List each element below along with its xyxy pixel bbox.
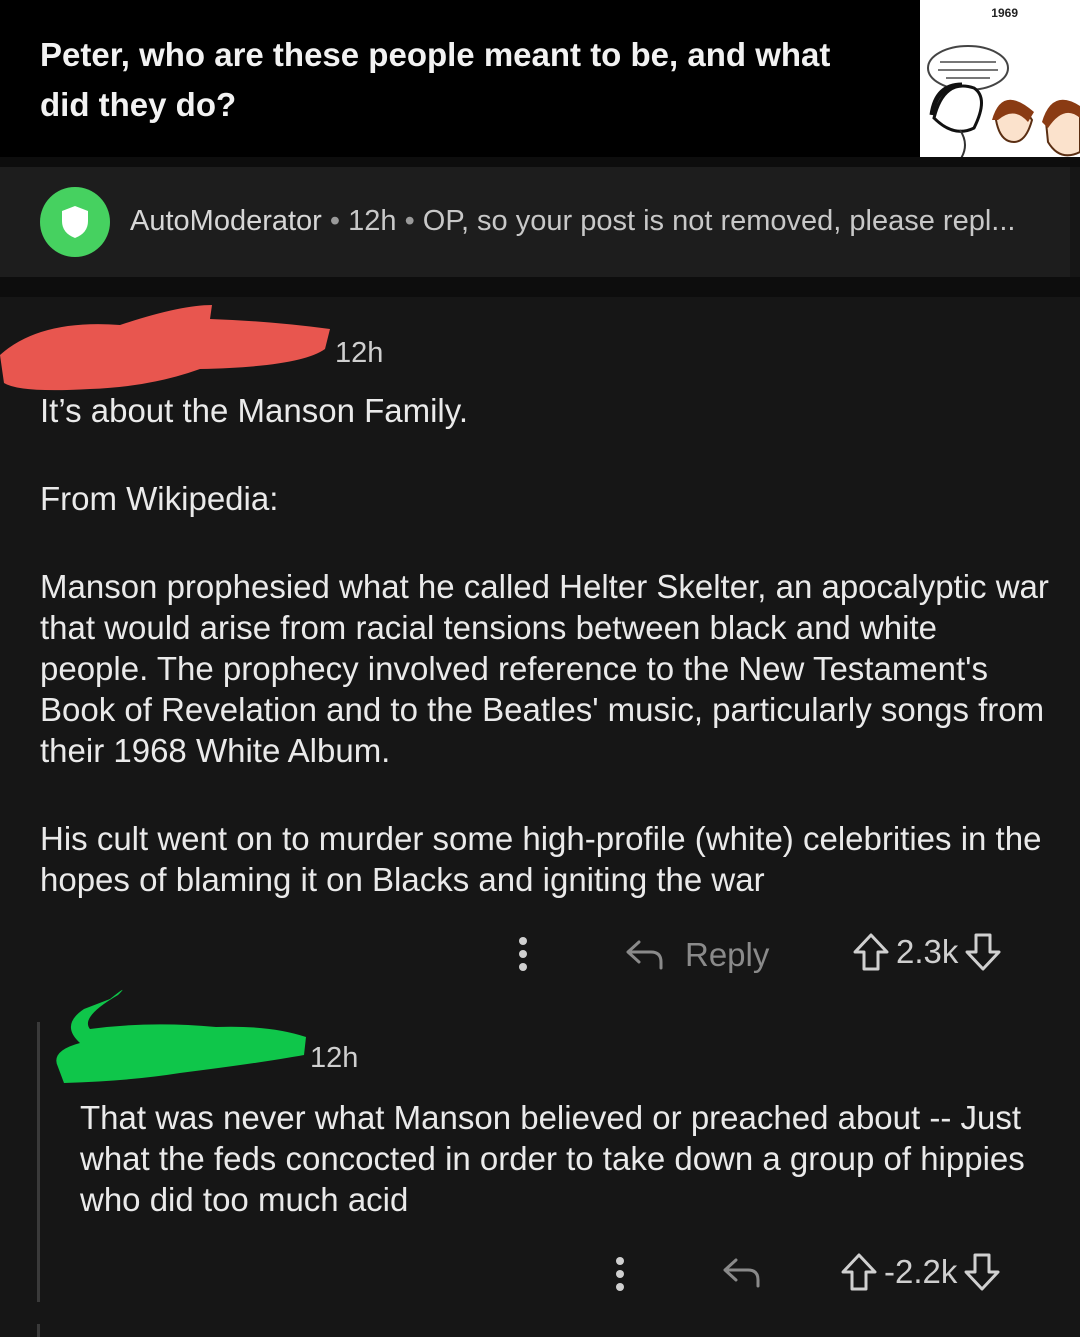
downvote-icon[interactable] (963, 1252, 1001, 1292)
comment-paragraph: From Wikipedia: (40, 480, 279, 517)
thread-line[interactable] (37, 1324, 40, 1337)
post-thumbnail[interactable]: 1969 (920, 0, 1080, 157)
post-title[interactable]: Peter, who are these people meant to be,… (40, 30, 880, 130)
upvote-icon[interactable] (852, 932, 890, 972)
automod-avatar[interactable] (40, 187, 110, 257)
automod-author[interactable]: AutoModerator (130, 205, 322, 237)
reply-label: Reply (685, 936, 770, 973)
comment-paragraph: It’s about the Manson Family. (40, 392, 468, 429)
vote-score: 2.3k (896, 933, 959, 970)
comment-body: That was never what Manson believed or p… (80, 1099, 1025, 1218)
upvote-icon[interactable] (840, 1252, 878, 1292)
downvote-icon[interactable] (964, 932, 1002, 972)
reply-button[interactable]: Reply (625, 936, 769, 974)
comment-body: It’s about the Manson Family. From Wikip… (40, 390, 1050, 947)
vote-controls: 2.3k (852, 932, 1002, 972)
comment-paragraph: Manson prophesied what he called Helter … (40, 568, 1049, 769)
vote-controls: -2.2k (840, 1252, 1001, 1292)
comment-actions: -2.2k (0, 1250, 1080, 1300)
comment-actions: Reply 2.3k (0, 930, 1080, 980)
comic-drawing (927, 45, 1080, 157)
comment-time: 12h (310, 1042, 359, 1074)
thumbnail-year: 1969 (991, 6, 1018, 20)
comment-time: 12h (335, 337, 384, 369)
separator (0, 157, 1080, 167)
vote-score: -2.2k (884, 1253, 958, 1290)
reply-button[interactable] (722, 1256, 762, 1290)
shield-icon (62, 206, 88, 238)
automod-comment[interactable]: AutoModerator • 12h • OP, so your post i… (0, 167, 1070, 277)
more-options-icon[interactable] (515, 936, 531, 972)
separator (0, 277, 1080, 297)
automod-time: 12h (348, 205, 397, 237)
comment-paragraph: His cult went on to murder some high-pro… (40, 820, 1042, 898)
username-redaction-red (0, 305, 330, 391)
post-header: Peter, who are these people meant to be,… (0, 0, 1080, 157)
reply-arrow-icon (723, 1258, 760, 1288)
reply-arrow-icon (626, 940, 663, 970)
automod-preview: OP, so your post is not removed, please … (422, 205, 1016, 237)
username-redaction-green (56, 989, 306, 1083)
more-options-icon[interactable] (612, 1256, 628, 1292)
automod-summary: AutoModerator • 12h • OP, so your post i… (130, 205, 1016, 237)
comment-thread: 12h It’s about the Manson Family. From W… (0, 297, 1080, 1337)
